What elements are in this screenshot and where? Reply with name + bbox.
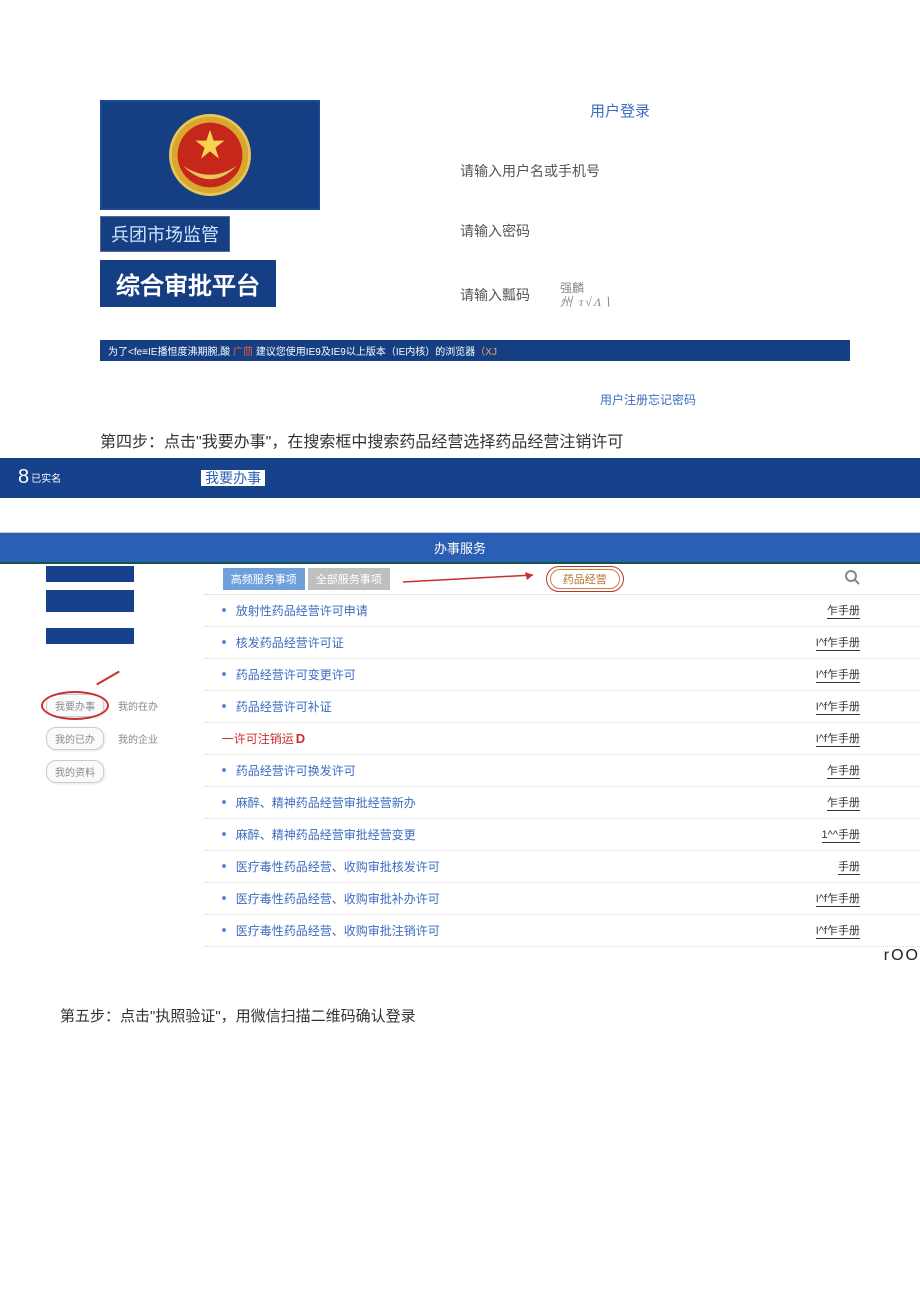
service-item-title: 核发药品经营许可证 [236, 634, 816, 651]
search-icon[interactable] [844, 569, 860, 589]
bullet-icon [222, 672, 226, 676]
filter-row: 高频服务事项 全部服务事项 药品经营 [204, 566, 920, 595]
register-forgot-row: 用户注册忘记密码 [600, 391, 920, 408]
bullet-icon [222, 896, 226, 900]
captcha-image[interactable]: 强麟 州 τ√Λ∖ [560, 281, 613, 310]
login-form: 用户登录 请输入用户名或手机号 请输入密码 请输入瓢码 强麟 州 τ√Λ∖ [420, 100, 850, 310]
register-link[interactable]: 用户注册 [600, 393, 648, 407]
bullet-icon [222, 800, 226, 804]
service-item-title: 药品经营许可换发许可 [236, 762, 827, 779]
notice-part-3: 建议您使用IE9及IE9以上版本（IE内核）的浏览器 [256, 347, 475, 358]
service-item-row[interactable]: 麻醉、精神药品经营审批经营变更1^^手册 [204, 819, 920, 851]
service-item-title: 医疗毒性药品经营、收购审批注销许可 [236, 922, 816, 939]
service-item-title: 放射性药品经营许可申请 [236, 602, 827, 619]
bullet-icon [222, 768, 226, 772]
browser-notice-bar: 为了<fe≡IE播怛度沸期腕,酸 广茴 建议您使用IE9及IE9以上版本（IE内… [100, 340, 850, 361]
badge-text: 已实名 [31, 470, 61, 485]
sidebar-item-yiban[interactable]: 我的已办 [46, 727, 104, 750]
bullet-icon [222, 864, 226, 868]
captcha-row: 请输入瓢码 强麟 州 τ√Λ∖ [420, 281, 850, 310]
service-item-title: 麻醉、精神药品经营审批经营新办 [236, 794, 827, 811]
side-nav: 我要办事 我的在办 我的已办 我的企业 我的资料 [46, 694, 204, 783]
forgot-password-link[interactable]: 忘记密码 [648, 393, 696, 407]
manual-link[interactable]: I^f乍手册 [816, 666, 860, 683]
main-column: 高频服务事项 全部服务事项 药品经营 放射性药品经营许可申请乍手册核发药品经营许… [204, 566, 920, 965]
service-item-title: 医疗毒性药品经营、收购审批核发许可 [236, 858, 838, 875]
username-input[interactable]: 请输入用户名或手机号 [420, 161, 850, 181]
search-tag[interactable]: 药品经营 [550, 569, 620, 589]
manual-link[interactable]: I^f乍手册 [816, 634, 860, 651]
service-item-row[interactable]: 医疗毒性药品经营、收购审批核发许可手册 [204, 851, 920, 883]
national-emblem-icon [165, 110, 255, 200]
bullet-icon [222, 608, 226, 612]
national-emblem-box [100, 100, 320, 210]
manual-link[interactable]: 乍手册 [827, 794, 860, 811]
step-5-text: 第五步：点击"执照验证"，用微信扫描二维码确认登录 [60, 1005, 920, 1026]
service-item-row[interactable]: 一许可注销运DI^f乍手册 [204, 723, 920, 755]
manual-link[interactable]: I^f乍手册 [816, 890, 860, 907]
service-item-title: 药品经营许可补证 [236, 698, 816, 715]
work-tab[interactable]: 我要办事 [201, 470, 265, 486]
arrow-icon [403, 570, 543, 588]
notice-part-2: 广茴 [230, 347, 256, 358]
service-item-row[interactable]: 医疗毒性药品经营、收购审批注销许可I^f乍手册 [204, 915, 920, 947]
service-item-title: 药品经营许可变更许可 [236, 666, 816, 683]
filter-all-button[interactable]: 全部服务事项 [308, 568, 390, 590]
bullet-icon [222, 832, 226, 836]
service-item-title: 麻醉、精神药品经营审批经营变更 [236, 826, 822, 843]
brand-line-2: 综合审批平台 [100, 260, 276, 307]
service-item-row[interactable]: 药品经营许可变更许可I^f乍手册 [204, 659, 920, 691]
brand-column: 兵团市场监管 综合审批平台 [100, 100, 360, 310]
captcha-text-1: 强麟 [560, 281, 613, 295]
bullet-icon [222, 640, 226, 644]
service-item-row[interactable]: 药品经营许可换发许可乍手册 [204, 755, 920, 787]
service-item-row[interactable]: 医疗毒性药品经营、收购审批补办许可I^f乍手册 [204, 883, 920, 915]
sidebar-item-ziliao[interactable]: 我的资料 [46, 760, 104, 783]
service-item-list: 放射性药品经营许可申请乍手册核发药品经营许可证I^f乍手册药品经营许可变更许可I… [204, 595, 920, 947]
password-input[interactable]: 请输入密码 [420, 221, 850, 241]
work-body: 办事服务 我要办事 我的在办 我的已办 我的企业 我的资料 [0, 532, 920, 965]
notice-part-4: （XJ [475, 347, 497, 358]
bullet-icon [222, 704, 226, 708]
login-section: 兵团市场监管 综合审批平台 用户登录 请输入用户名或手机号 请输入密码 请输入瓢… [0, 0, 920, 330]
service-item-row[interactable]: 药品经营许可补证I^f乍手册 [204, 691, 920, 723]
sidebar-item-woyao[interactable]: 我要办事 [46, 694, 104, 717]
notice-part-1: 为了<fe≡IE播怛度沸期腕,酸 [108, 347, 230, 358]
trailing-text: rOO [884, 947, 920, 965]
manual-link[interactable]: I^f乍手册 [816, 922, 860, 939]
service-title: 办事服务 [0, 532, 920, 564]
manual-link[interactable]: 1^^手册 [822, 826, 860, 843]
side-stub-2 [46, 590, 134, 612]
badge-number: 8 [18, 466, 29, 489]
service-item-title: 医疗毒性药品经营、收购审批补办许可 [236, 890, 816, 907]
manual-link[interactable]: I^f乍手册 [816, 698, 860, 715]
service-item-row[interactable]: 放射性药品经营许可申请乍手册 [204, 595, 920, 627]
sidebar-item-zaiban[interactable]: 我的在办 [118, 698, 158, 713]
captcha-input[interactable]: 请输入瓢码 [460, 285, 530, 305]
step-4-text: 第四步：点击"我要办事"，在搜索框中搜索药品经营选择药品经营注销许可 [100, 428, 920, 452]
work-header: 8 已实名 我要办事 [0, 458, 920, 498]
manual-link[interactable]: I^f乍手册 [816, 730, 860, 747]
manual-link[interactable]: 乍手册 [827, 762, 860, 779]
brand-line-1: 兵团市场监管 [100, 216, 230, 252]
manual-link[interactable]: 乍手册 [827, 602, 860, 619]
service-item-title: 一许可注销运D [222, 730, 816, 747]
service-item-row[interactable]: 麻醉、精神药品经营审批经营新办乍手册 [204, 787, 920, 819]
manual-link[interactable]: 手册 [838, 858, 860, 875]
square-marker: D [296, 731, 305, 746]
side-stub-1 [46, 566, 134, 582]
side-column: 我要办事 我的在办 我的已办 我的企业 我的资料 [0, 566, 204, 965]
login-heading: 用户登录 [390, 100, 850, 121]
side-stub-3 [46, 628, 134, 644]
filter-hot-button[interactable]: 高频服务事项 [223, 568, 305, 590]
bullet-icon [222, 928, 226, 932]
sidebar-item-qiye[interactable]: 我的企业 [118, 731, 158, 746]
service-item-row[interactable]: 核发药品经营许可证I^f乍手册 [204, 627, 920, 659]
captcha-text-2: 州 τ√Λ∖ [560, 295, 613, 309]
